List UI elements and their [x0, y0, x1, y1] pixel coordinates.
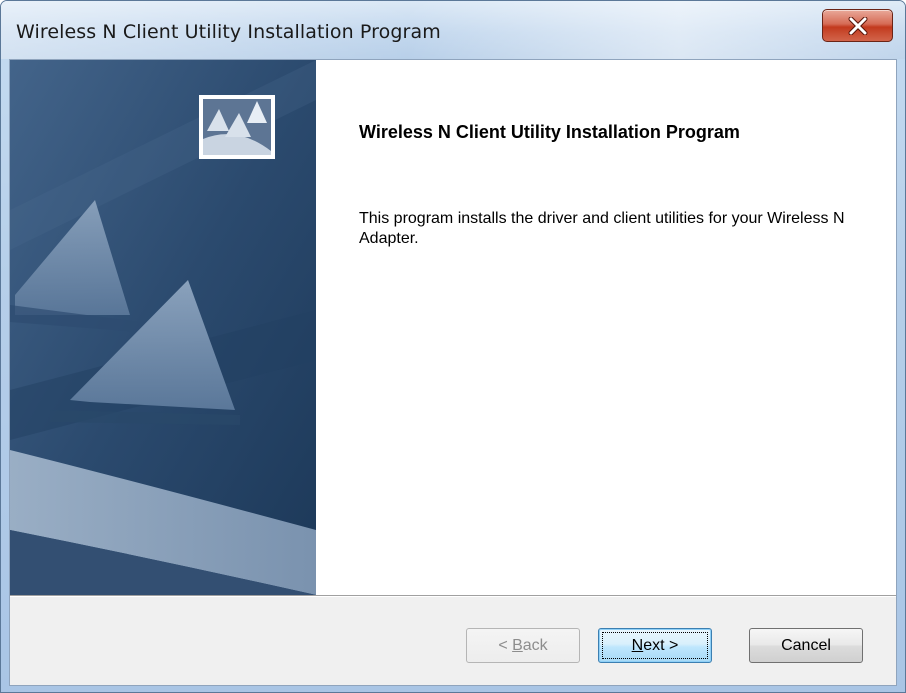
- close-button[interactable]: [822, 9, 893, 42]
- window-title: Wireless N Client Utility Installation P…: [16, 21, 441, 43]
- installer-window: Wireless N Client Utility Installation P…: [0, 0, 906, 693]
- title-bar[interactable]: Wireless N Client Utility Installation P…: [1, 1, 905, 59]
- next-button-rest: ext >: [643, 637, 679, 654]
- next-button-mnemonic: N: [631, 637, 644, 654]
- cancel-button[interactable]: Cancel: [749, 628, 863, 663]
- back-button-prefix: <: [498, 637, 513, 654]
- back-button[interactable]: < Back: [466, 628, 580, 663]
- content-panel: Wireless N Client Utility Installation P…: [199, 60, 896, 595]
- page-heading: Wireless N Client Utility Installation P…: [359, 122, 740, 142]
- next-button[interactable]: Next >: [598, 628, 712, 663]
- dialog-client-area: Wireless N Client Utility Installation P…: [9, 59, 897, 686]
- back-button-rest: ack: [522, 637, 548, 654]
- footer-divider: [10, 595, 896, 597]
- installer-logo-icon: [199, 95, 275, 159]
- page-description: This program installs the driver and cli…: [359, 210, 845, 247]
- back-button-mnemonic: B: [512, 637, 523, 654]
- close-icon: [848, 17, 868, 35]
